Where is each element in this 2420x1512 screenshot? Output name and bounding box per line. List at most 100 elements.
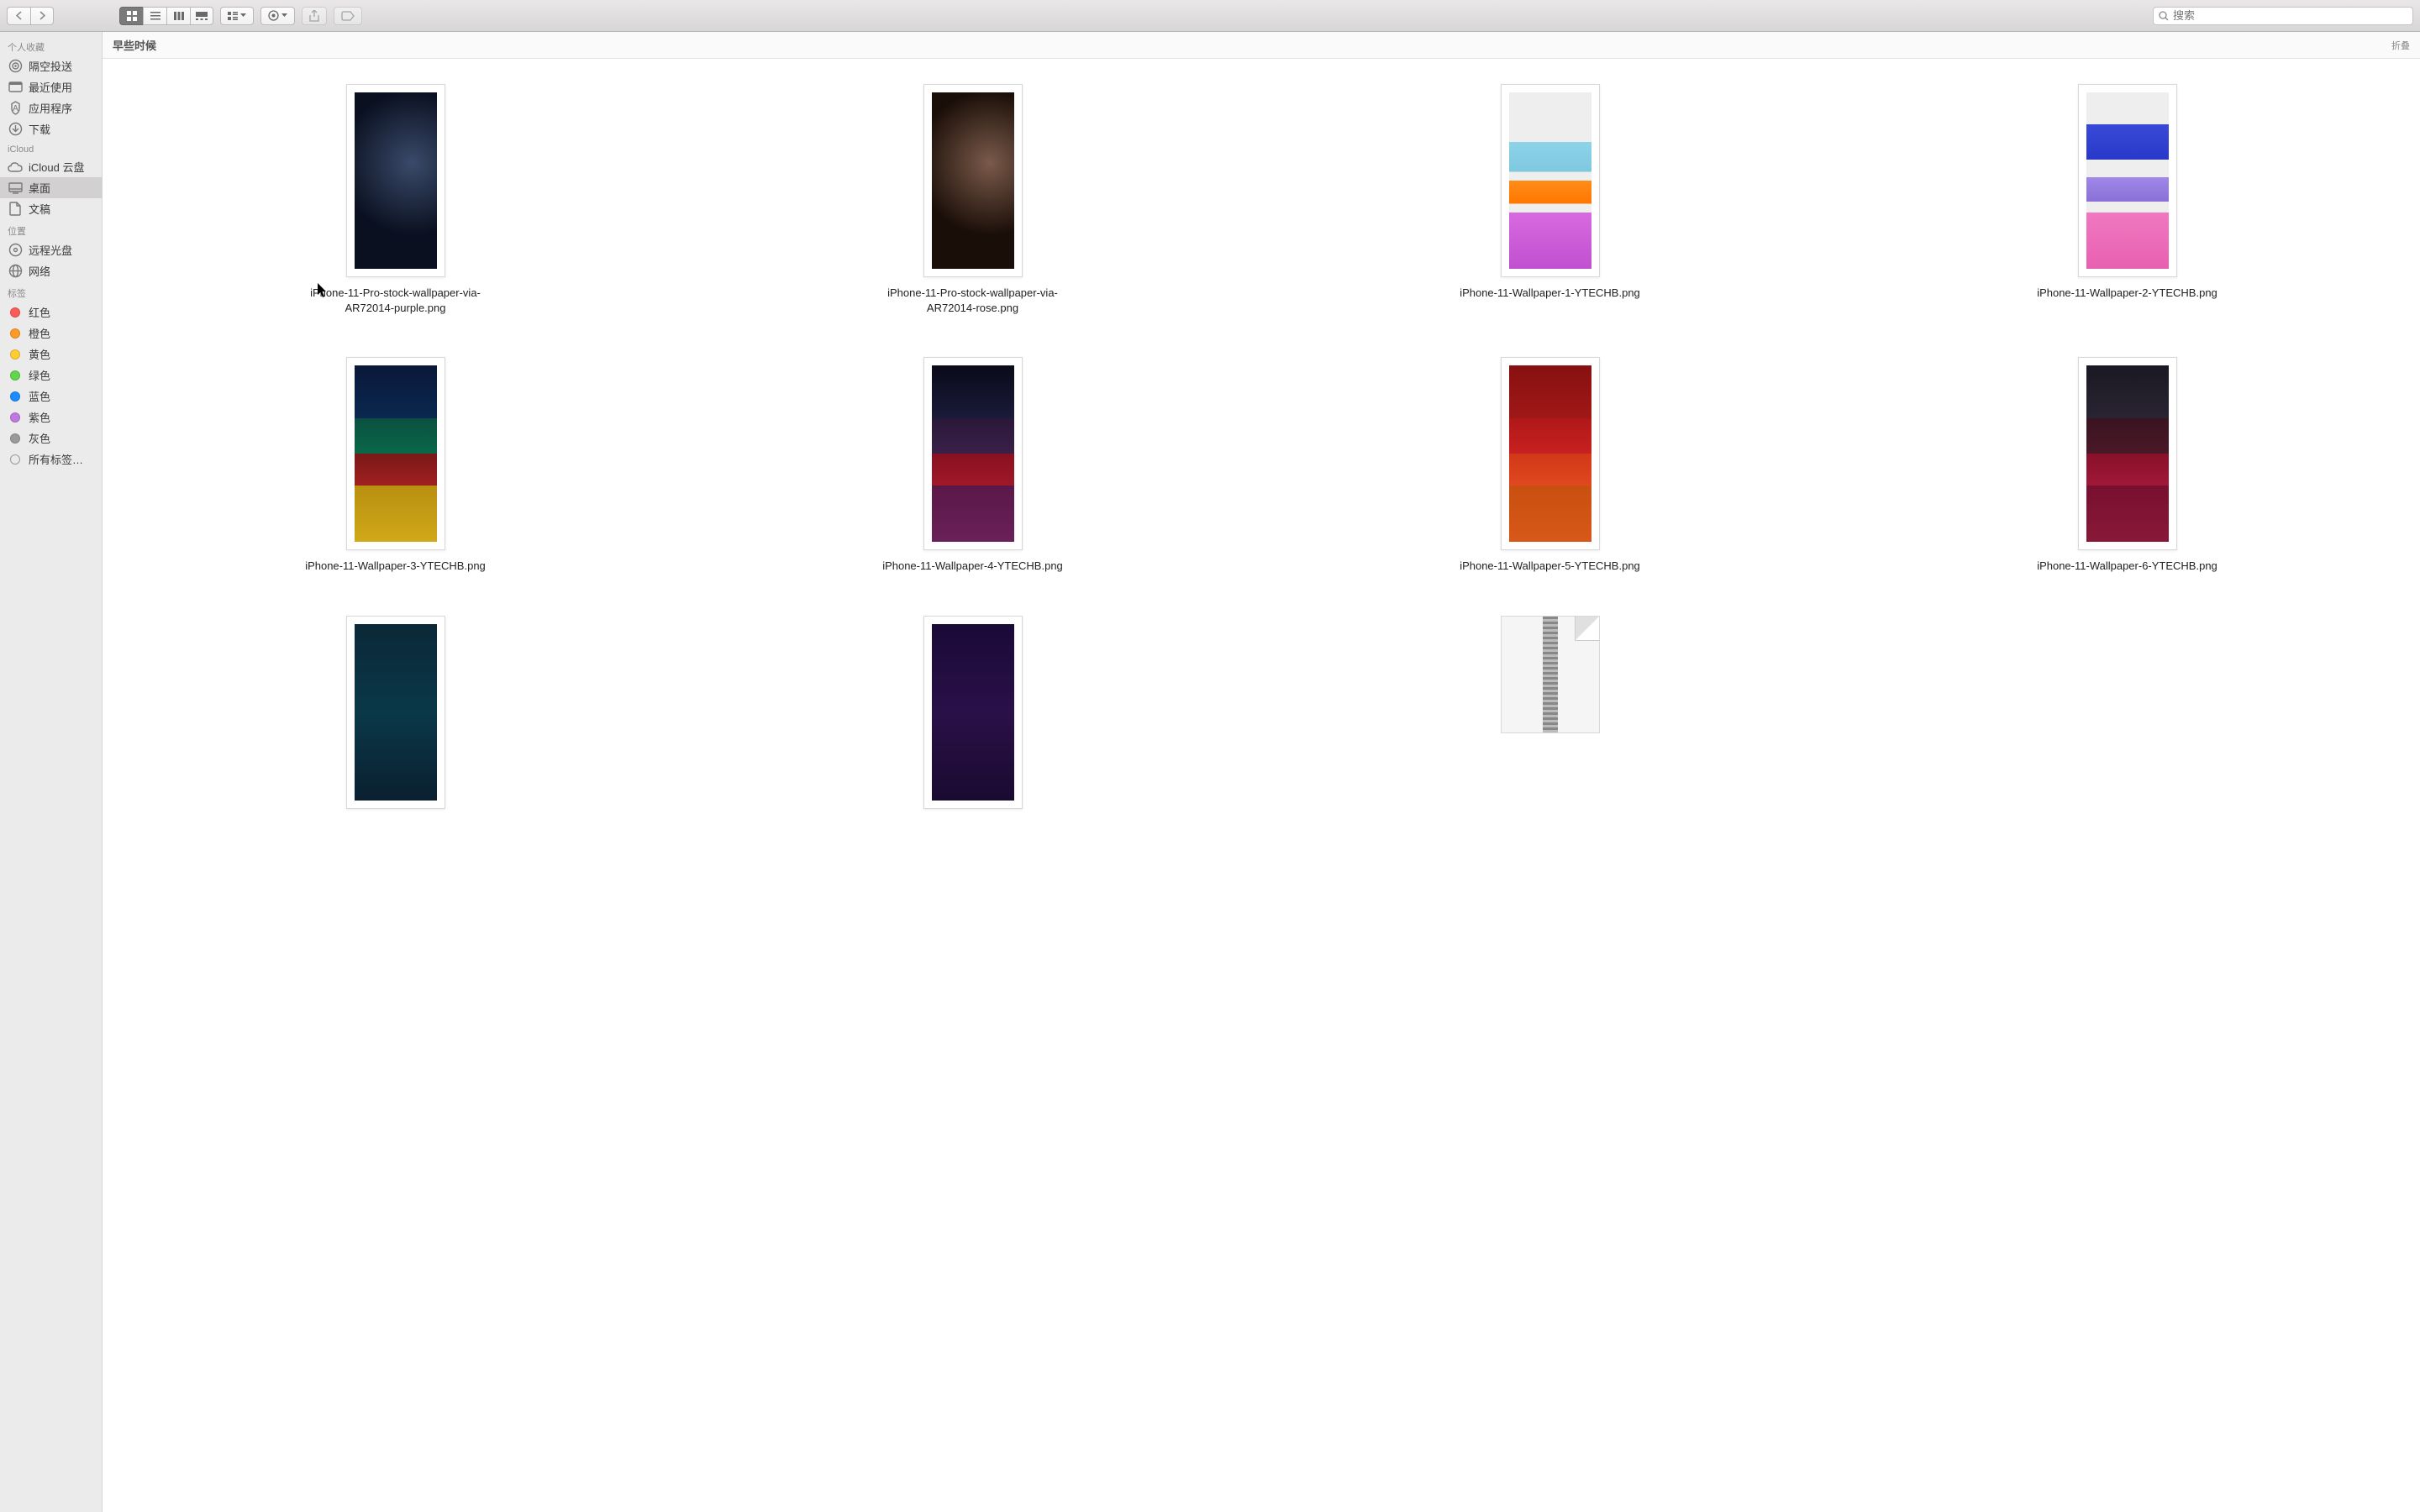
file-thumbnail	[346, 357, 445, 550]
sidebar-item[interactable]: 绿色	[0, 365, 102, 386]
icloud-icon	[8, 160, 23, 175]
file-thumbnail	[2078, 84, 2177, 277]
file-name: iPhone-11-Wallpaper-2-YTECHB.png	[2037, 286, 2217, 301]
file-item[interactable]: iPhone-11-Pro-stock-wallpaper-via-AR7201…	[688, 84, 1257, 315]
sidebar-item-label: 红色	[29, 304, 50, 320]
file-thumbnail	[346, 616, 445, 809]
sidebar-item[interactable]: 紫色	[0, 407, 102, 428]
file-thumbnail	[2078, 357, 2177, 550]
sidebar-item-label: 绿色	[29, 367, 50, 383]
tag-dot-icon	[8, 410, 23, 425]
file-name: iPhone-11-Wallpaper-3-YTECHB.png	[305, 559, 486, 574]
icon-view-button[interactable]	[119, 7, 143, 25]
file-item[interactable]	[111, 616, 680, 817]
sidebar-item[interactable]: iCloud 云盘	[0, 156, 102, 177]
file-item[interactable]	[688, 616, 1257, 817]
content-area[interactable]: iPhone-11-Pro-stock-wallpaper-via-AR7201…	[103, 59, 2420, 1512]
search-icon	[2159, 11, 2169, 21]
action-button[interactable]	[260, 7, 295, 25]
file-name: iPhone-11-Pro-stock-wallpaper-via-AR7201…	[287, 286, 505, 315]
sidebar-item[interactable]: 远程光盘	[0, 239, 102, 260]
file-item[interactable]: iPhone-11-Wallpaper-1-YTECHB.png	[1265, 84, 1834, 315]
sidebar-item[interactable]: 灰色	[0, 428, 102, 449]
sidebar-item[interactable]: 最近使用	[0, 76, 102, 97]
documents-icon	[8, 202, 23, 217]
file-name: iPhone-11-Wallpaper-1-YTECHB.png	[1460, 286, 1640, 301]
sidebar-item-label: 桌面	[29, 180, 50, 196]
recents-icon	[8, 80, 23, 95]
sidebar-item-label: 隔空投送	[29, 58, 72, 74]
file-thumbnail	[1501, 84, 1600, 277]
chevron-right-icon	[39, 11, 45, 20]
list-view-button[interactable]	[143, 7, 166, 25]
tag-icon	[341, 11, 355, 21]
sidebar-item-label: 橙色	[29, 325, 50, 341]
tag-dot-icon	[8, 347, 23, 362]
collapse-link[interactable]: 折叠	[2391, 39, 2410, 52]
column-view-button[interactable]	[166, 7, 190, 25]
file-item[interactable]: iPhone-11-Pro-stock-wallpaper-via-AR7201…	[111, 84, 680, 315]
gallery-icon	[196, 12, 208, 20]
svg-text:A: A	[13, 104, 18, 113]
file-name: iPhone-11-Wallpaper-5-YTECHB.png	[1460, 559, 1640, 574]
apps-icon: A	[8, 101, 23, 116]
sidebar-item[interactable]: 文稿	[0, 198, 102, 219]
file-item[interactable]	[1265, 616, 1834, 817]
sidebar-header: iCloud	[0, 139, 102, 156]
file-thumbnail	[346, 84, 445, 277]
view-mode-segmented	[119, 7, 213, 25]
sidebar-item-label: 黄色	[29, 346, 50, 362]
gear-icon	[268, 10, 279, 21]
file-item[interactable]: iPhone-11-Wallpaper-6-YTECHB.png	[1843, 357, 2412, 574]
gallery-view-button[interactable]	[190, 7, 213, 25]
sidebar[interactable]: 个人收藏隔空投送最近使用 A 应用程序下载 iCloudiCloud 云盘桌面文稿位置…	[0, 32, 103, 1512]
sidebar-item-label: 应用程序	[29, 100, 72, 116]
file-name: iPhone-11-Pro-stock-wallpaper-via-AR7201…	[864, 286, 1082, 315]
sidebar-item[interactable]: 蓝色	[0, 386, 102, 407]
airdrop-icon	[8, 59, 23, 74]
sidebar-header: 个人收藏	[0, 35, 102, 55]
file-item[interactable]: iPhone-11-Wallpaper-4-YTECHB.png	[688, 357, 1257, 574]
sidebar-item-label: 远程光盘	[29, 242, 72, 258]
search-box[interactable]	[2153, 7, 2413, 25]
sidebar-item[interactable]: 红色	[0, 302, 102, 323]
sidebar-item[interactable]: 黄色	[0, 344, 102, 365]
sidebar-item[interactable]: 隔空投送	[0, 55, 102, 76]
grid-icon	[127, 11, 137, 21]
sidebar-header: 位置	[0, 219, 102, 239]
sidebar-item[interactable]: 桌面	[0, 177, 102, 198]
sidebar-item-label: 最近使用	[29, 79, 72, 95]
sidebar-item[interactable]: A 应用程序	[0, 97, 102, 118]
desktop-icon	[8, 181, 23, 196]
share-icon	[309, 10, 319, 22]
sidebar-item-label: 所有标签…	[29, 451, 83, 467]
tag-dot-icon	[8, 389, 23, 404]
tag-dot-icon	[8, 305, 23, 320]
nav-buttons	[7, 7, 54, 25]
sidebar-item[interactable]: 网络	[0, 260, 102, 281]
file-thumbnail	[1501, 616, 1600, 733]
tag-button[interactable]	[334, 7, 362, 25]
sidebar-item[interactable]: 橙色	[0, 323, 102, 344]
share-button[interactable]	[302, 7, 327, 25]
sidebar-item-label: 网络	[29, 263, 50, 279]
file-name: iPhone-11-Wallpaper-6-YTECHB.png	[2037, 559, 2217, 574]
back-button[interactable]	[7, 7, 30, 25]
file-item[interactable]: iPhone-11-Wallpaper-3-YTECHB.png	[111, 357, 680, 574]
file-thumbnail	[1501, 357, 1600, 550]
chevron-down-icon	[281, 13, 287, 18]
file-item[interactable]: iPhone-11-Wallpaper-2-YTECHB.png	[1843, 84, 2412, 315]
toolbar	[0, 0, 2420, 32]
file-item[interactable]: iPhone-11-Wallpaper-5-YTECHB.png	[1265, 357, 1834, 574]
sidebar-item-label: 下载	[29, 121, 50, 137]
section-title: 早些时候	[113, 37, 156, 53]
file-thumbnail	[923, 616, 1023, 809]
sidebar-item-label: 蓝色	[29, 388, 50, 404]
sidebar-item[interactable]: 下载	[0, 118, 102, 139]
search-input[interactable]	[2173, 9, 2407, 22]
file-name: iPhone-11-Wallpaper-4-YTECHB.png	[882, 559, 1063, 574]
forward-button[interactable]	[30, 7, 54, 25]
sidebar-item[interactable]: 所有标签…	[0, 449, 102, 470]
sidebar-item-label: 灰色	[29, 430, 50, 446]
arrange-button[interactable]	[220, 7, 254, 25]
